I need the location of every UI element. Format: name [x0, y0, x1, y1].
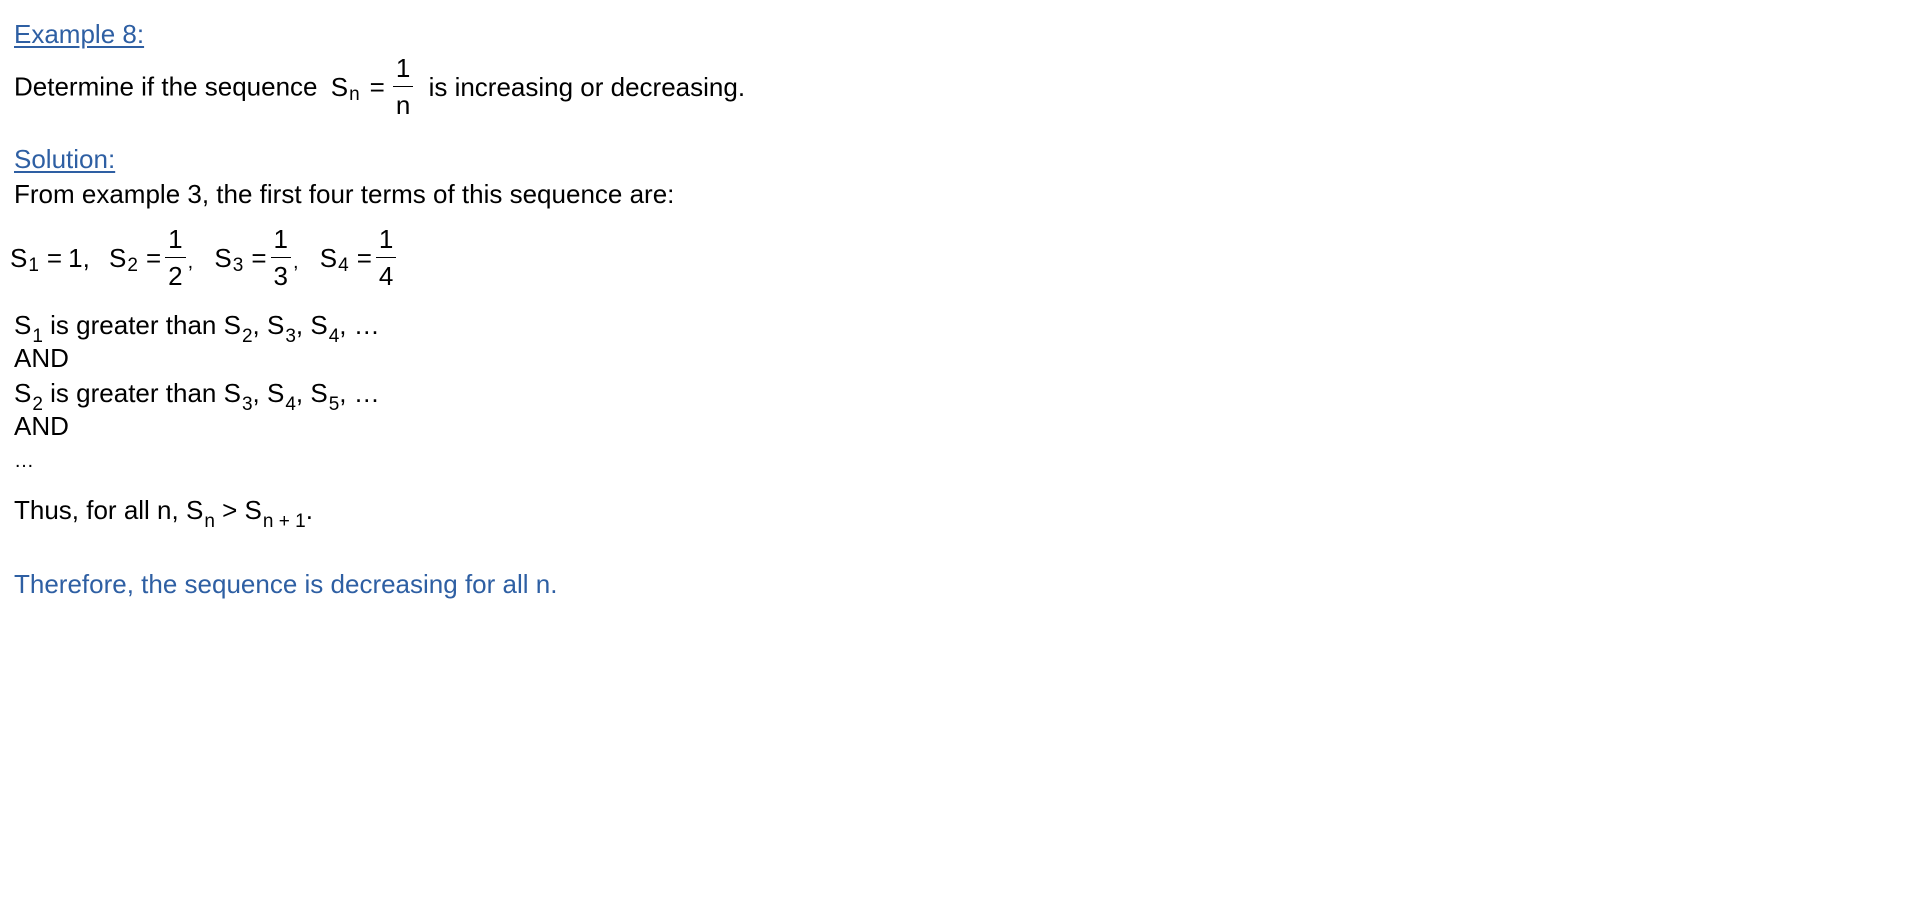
compare-index: 4 [328, 326, 340, 347]
conclusion: Therefore, the sequence is decreasing fo… [14, 569, 558, 599]
fraction-denominator: 3 [273, 261, 288, 291]
term-separator: , [293, 250, 299, 273]
compare-index: 3 [241, 394, 253, 415]
seq-index: n [349, 84, 360, 105]
fraction-numerator: 1 [395, 53, 411, 83]
term-symbol: S [319, 242, 338, 273]
thus-statement: Thus, for all n, Sn > Sn + 1. [14, 495, 313, 532]
equals-sign: = [369, 71, 385, 102]
problem-statement: Determine if the sequence Sn = 1 n is in… [14, 55, 745, 118]
compare-index: 4 [285, 394, 296, 415]
term-index: 1 [28, 255, 39, 276]
term-symbol: S [109, 242, 127, 273]
sequence-definition: Sn = 1 n [331, 55, 418, 118]
thus-right-index: n + 1 [262, 511, 306, 532]
problem-prefix: Determine if the sequence [14, 71, 318, 102]
problem-suffix: is increasing or decreasing. [428, 71, 746, 102]
term-index: 2 [127, 255, 138, 276]
term-equals: = [46, 242, 63, 273]
fraction-denominator: 2 [168, 261, 183, 291]
term-symbol: S [10, 242, 28, 273]
term-fraction: 1 2 [165, 224, 186, 291]
lead-symbol: S [14, 378, 32, 408]
term-index: 4 [338, 255, 349, 276]
term-separator: , [82, 242, 90, 273]
term-separator: , [187, 250, 194, 273]
term-equals: = [251, 242, 267, 273]
example-heading: Example 8: [14, 19, 145, 49]
term-symbol: S [214, 242, 232, 273]
lead-symbol: S [14, 310, 32, 340]
term-equals: = [356, 242, 372, 273]
compare-index: 2 [241, 326, 253, 347]
solution-intro: From example 3, the first four terms of … [14, 179, 675, 209]
term-fraction: 1 4 [375, 224, 397, 291]
comparison-tail: … [353, 310, 380, 340]
and-connector-2: AND [14, 411, 69, 441]
term-4: S4 = 1 4 [320, 226, 401, 289]
continuation-ellipsis: … [14, 450, 34, 472]
compare-index: 5 [328, 394, 340, 415]
seq-symbol: S [330, 71, 349, 102]
term-3: S3 = 1 3 , [214, 226, 312, 289]
thus-end: . [305, 495, 313, 525]
term-value: 1 [68, 242, 83, 273]
and-connector-1: AND [14, 343, 69, 373]
term-1: S1 = 1, [10, 242, 102, 276]
fraction-denominator: n [395, 90, 411, 120]
thus-prefix: Thus, for all n, [14, 495, 179, 525]
thus-operator: > [222, 495, 238, 525]
sequence-fraction: 1 n [392, 53, 414, 120]
solution-heading: Solution: [14, 144, 116, 174]
comparison-line-1: S1 is greater than S2, S3, S4, … [14, 310, 380, 347]
term-2: S2 = 1 2 , [109, 226, 207, 289]
thus-left-index: n [204, 511, 215, 532]
term-index: 3 [232, 255, 244, 276]
comparison-text: is greater than [50, 378, 217, 408]
fraction-numerator: 1 [168, 224, 183, 254]
comparison-text: is greater than [50, 310, 217, 340]
comparison-tail: … [353, 378, 380, 408]
fraction-numerator: 1 [378, 224, 394, 254]
compare-index: 3 [285, 326, 296, 347]
fraction-denominator: 4 [378, 261, 394, 291]
term-fraction: 1 3 [270, 224, 291, 291]
terms-line: S1 = 1, S2 = 1 2 , S3 = 1 3 , S4 = 1 4 [10, 226, 400, 289]
comparison-line-2: S2 is greater than S3, S4, S5, … [14, 378, 380, 415]
fraction-numerator: 1 [273, 224, 288, 254]
term-equals: = [145, 242, 162, 273]
